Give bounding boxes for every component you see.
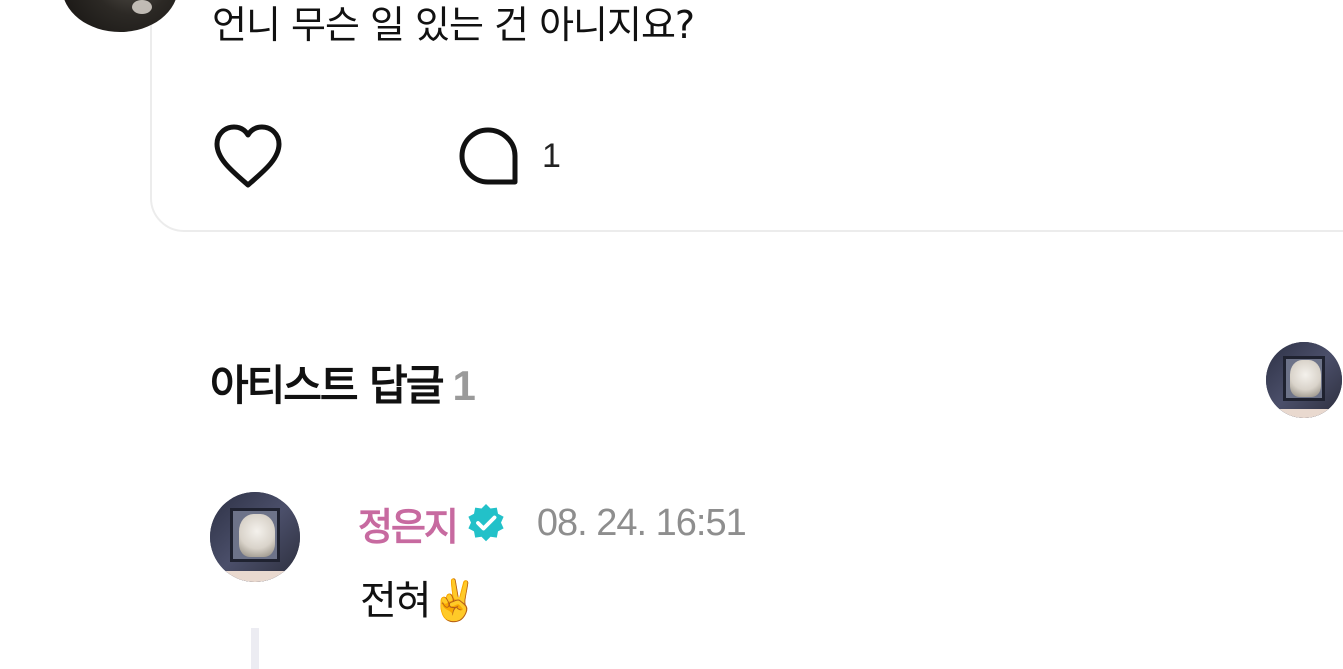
artist-replies-heading: 아티스트 답글 1: [210, 352, 476, 413]
page: 언니 무슨 일 있는 건 아니지요? 1 아티스트 답글 1 정은지 08. 2…: [0, 0, 1343, 669]
avatar-image: [210, 492, 300, 582]
comment-count: 1: [542, 136, 561, 175]
avatar-image: [1266, 342, 1342, 418]
speech-bubble-outline-icon: [459, 127, 518, 185]
post-text: 언니 무슨 일 있는 건 아니지요?: [212, 3, 695, 47]
artist-replies-title: 아티스트 답글: [210, 361, 444, 410]
avatar-image-detail: [132, 0, 152, 14]
reply-timestamp: 08. 24. 16:51: [536, 501, 747, 544]
reply-emoji: ✌️: [429, 578, 480, 624]
reply-text: 전혀✌️: [360, 574, 480, 628]
heart-outline-icon: [214, 124, 282, 188]
artist-replies-count: 1: [452, 362, 475, 409]
like-button[interactable]: [210, 120, 286, 192]
reply-author-avatar[interactable]: [210, 492, 300, 582]
reply-text-body: 전혀: [360, 578, 432, 624]
reply-author-name[interactable]: 정은지: [358, 496, 459, 551]
artist-profile-avatar[interactable]: [1266, 342, 1342, 418]
reply-meta: 정은지 08. 24. 16:51: [358, 500, 747, 549]
comment-button[interactable]: 1: [456, 120, 561, 192]
verified-badge-icon: [468, 504, 504, 542]
thread-line: [251, 628, 259, 669]
